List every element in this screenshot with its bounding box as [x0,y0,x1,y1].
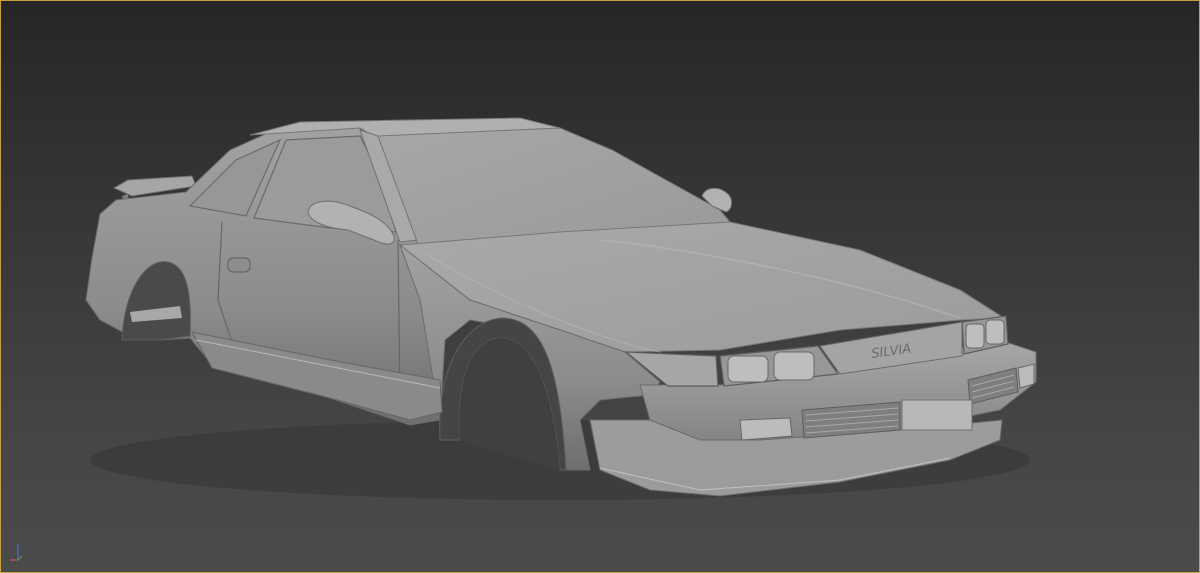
right-headlight-outer [985,319,1005,345]
license-plate-area[interactable] [901,399,973,431]
left-headlight-inner [727,355,769,383]
right-headlight-inner [965,323,985,349]
left-headlight-outer [773,351,815,381]
car-body-model[interactable]: SILVIA [0,0,1200,573]
perspective-viewport[interactable]: SILVIA [0,0,1200,573]
axis-tripod-icon [10,544,23,561]
left-fog-light[interactable] [739,417,793,441]
door-handle[interactable] [227,257,251,273]
right-fog-light[interactable] [1017,363,1035,389]
